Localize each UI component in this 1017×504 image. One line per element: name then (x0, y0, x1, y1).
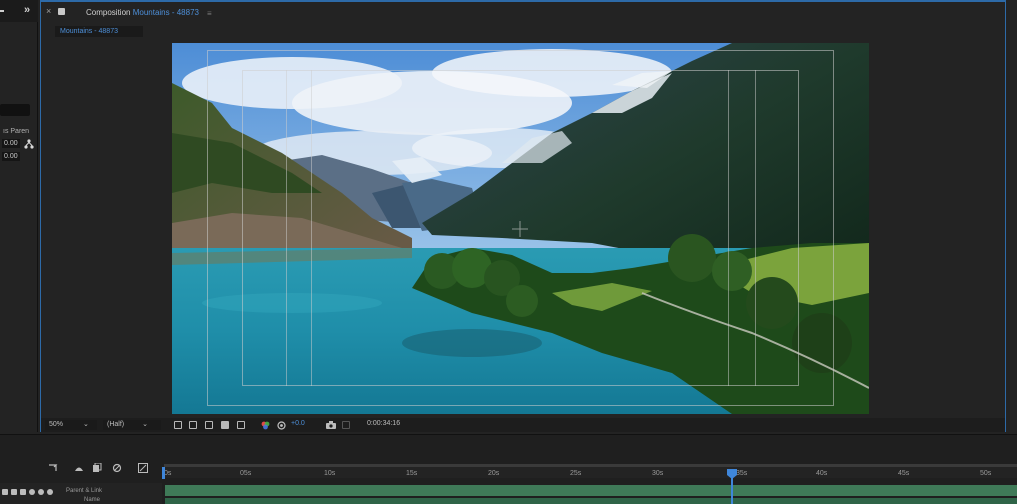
composition-panel: × Composition Mountains - 48873 ≡ Mounta… (40, 0, 1006, 432)
ruler-label: 30s (652, 470, 664, 477)
fast-previews-icon[interactable] (174, 421, 182, 429)
ruler-label: 35s (736, 470, 748, 477)
panel-menu-icon[interactable] (0, 10, 4, 12)
composition-tab-name: Mountains - 48873 (132, 8, 199, 17)
ruler-label: 20s (488, 470, 500, 477)
resolution-value: (Half) (107, 421, 125, 428)
ruler-label: 40s (816, 470, 828, 477)
ruler-label: 15s (406, 470, 418, 477)
graph-editor-icon[interactable] (138, 463, 148, 473)
layer-duration-bar[interactable] (165, 498, 1017, 504)
ruler-label: 45s (898, 470, 910, 477)
mask-visibility-icon[interactable] (205, 421, 213, 429)
magnification-dropdown[interactable]: 50% ⌄ (45, 420, 97, 430)
composition-tab-label: Composition (86, 8, 131, 17)
transparency-grid-icon[interactable] (189, 421, 197, 429)
magnification-value: 50% (49, 421, 64, 428)
ruler-label: 50s (980, 470, 992, 477)
panel-field[interactable] (0, 104, 30, 116)
label-switch-icon[interactable] (38, 489, 44, 495)
camera-snapshot-icon[interactable] (326, 421, 336, 429)
value-field-1[interactable]: 0.00 (2, 139, 20, 148)
audio-switch-icon[interactable] (11, 489, 17, 495)
ruler-label: 25s (570, 470, 582, 477)
parent-link-header[interactable]: Parent & Link (66, 488, 102, 494)
current-timecode[interactable]: 0:00:34:16 (367, 420, 400, 427)
composition-navigator-chip[interactable]: Mountains - 48873 (55, 26, 143, 37)
parent-column-label: ıs Paren (3, 128, 30, 135)
after-effects-window: » ıs Paren 0.00 0.00 × Composition Mount… (0, 0, 1017, 504)
video-switch-icon[interactable] (2, 489, 8, 495)
project-panel-header: » (0, 0, 38, 22)
current-time-line[interactable] (731, 475, 733, 504)
composition-tab-bar: × Composition Mountains - 48873 ≡ (41, 2, 1005, 24)
frame-blending-icon[interactable] (92, 463, 102, 473)
show-snapshot-icon[interactable] (342, 421, 350, 429)
close-tab-icon[interactable]: × (46, 6, 51, 16)
viewer-footer-toolbar: 50% ⌄ (Half) ⌄ +0.0 0:00:34:16 (41, 418, 1005, 432)
shy-layers-icon[interactable] (74, 463, 84, 473)
hierarchy-icon[interactable] (24, 139, 34, 149)
ruler-label: 10s (324, 470, 336, 477)
layer-name-header[interactable]: Name (84, 497, 100, 503)
timeline-panel: 0s 05s 10s 15s 20s 25s 30s 35s 40s 45s 5… (0, 434, 1017, 504)
lock-icon[interactable] (58, 8, 65, 15)
solo-switch-icon[interactable] (20, 489, 26, 495)
region-of-interest-icon[interactable] (221, 421, 229, 429)
lock-switch-icon[interactable] (29, 489, 35, 495)
work-area-start[interactable] (162, 467, 165, 479)
exposure-reset-icon[interactable] (277, 421, 286, 430)
grid-guides-icon[interactable] (237, 421, 245, 429)
ruler-label: 0s (164, 470, 172, 477)
project-panel: » ıs Paren 0.00 0.00 (0, 0, 38, 432)
exposure-value[interactable]: +0.0 (291, 420, 305, 427)
layer-duration-bar[interactable] (165, 485, 1017, 496)
search-layers-icon[interactable] (48, 463, 58, 473)
rgb-channels-icon[interactable] (261, 421, 270, 430)
center-crosshair-icon (512, 221, 528, 237)
tab-menu-icon[interactable]: ≡ (207, 9, 212, 18)
layer-header: Parent & Link Name (0, 483, 162, 504)
expand-panels-icon[interactable]: » (24, 4, 30, 16)
ruler-label: 05s (240, 470, 252, 477)
number-switch-icon[interactable] (47, 489, 53, 495)
motion-blur-icon[interactable] (112, 463, 122, 473)
chevron-down-icon: ⌄ (142, 421, 148, 428)
resolution-dropdown[interactable]: (Half) ⌄ (103, 420, 161, 430)
value-field-2[interactable]: 0.00 (2, 152, 20, 161)
chevron-down-icon: ⌄ (82, 421, 89, 428)
time-ruler[interactable]: 0s 05s 10s 15s 20s 25s 30s 35s 40s 45s 5… (164, 464, 1017, 478)
composition-tab[interactable]: Composition Mountains - 48873 (86, 8, 199, 17)
